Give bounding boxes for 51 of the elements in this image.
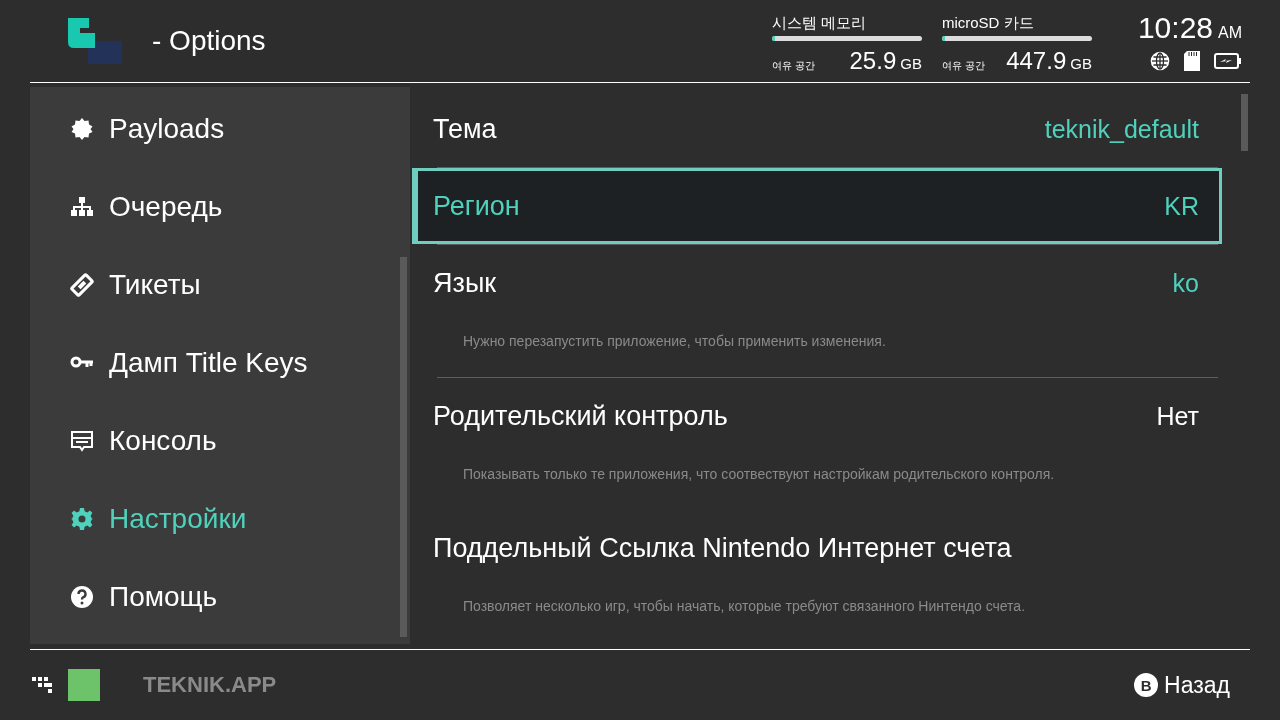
setting-label: Тема xyxy=(433,113,497,145)
sidebar-item[interactable]: Дамп Title Keys xyxy=(30,324,410,402)
storage-label: microSD 카드 xyxy=(941,13,1035,32)
setting-label: Регион xyxy=(433,190,520,222)
sidebar-item[interactable]: Консоль xyxy=(30,402,410,480)
sidebar-item[interactable]: Помощь xyxy=(30,558,410,636)
settings-row[interactable]: Язык ko xyxy=(412,245,1222,321)
help-icon xyxy=(70,585,94,609)
sidebar-item[interactable]: Тикеты xyxy=(30,246,410,324)
setting-value: Нет xyxy=(1156,401,1199,431)
setting-description: Нужно перезапустить приложение, чтобы применить изменения. xyxy=(463,333,886,349)
globe-icon xyxy=(1150,51,1170,71)
badge-icon xyxy=(70,117,94,141)
settings-row[interactable]: Регион KR xyxy=(412,168,1222,244)
free-space-value: 447.9 xyxy=(1006,46,1067,75)
setting-label: Поддельный Ссылка Nintendo Интернет счета xyxy=(433,532,1012,564)
back-button[interactable]: B Назад xyxy=(1134,671,1230,699)
free-space-unit: GB xyxy=(900,54,922,72)
clock-ampm: AM xyxy=(1218,24,1242,42)
free-space-unit: GB xyxy=(1070,54,1092,72)
sd-card-icon xyxy=(1184,51,1200,71)
setting-value: KR xyxy=(1164,191,1199,221)
setting-description: Позволяет несколько игр, чтобы начать, которые требуют связанного Нинтендо счета. xyxy=(463,598,1026,614)
avatar-placeholder xyxy=(68,669,100,701)
setting-label: Язык xyxy=(433,267,497,299)
app-logo xyxy=(68,18,122,64)
app-name: TEKNIK.APP xyxy=(143,672,278,698)
settings-icon xyxy=(70,507,94,531)
free-space-label: 여유 공간 xyxy=(941,58,985,73)
sidebar-item[interactable]: Очередь xyxy=(30,168,410,246)
grid-dots-icon xyxy=(32,677,52,693)
setting-label: Родительский контроль xyxy=(433,400,728,432)
scrollbar xyxy=(1241,94,1248,151)
battery-charging-icon xyxy=(1214,53,1242,69)
setting-description: Показывать только те приложения, что соотвествуют настройкам родительского контроля. xyxy=(463,466,1055,482)
sidebar-item[interactable]: Payloads xyxy=(30,90,410,168)
message-box-icon xyxy=(70,429,94,453)
free-space-value: 25.9 xyxy=(849,46,897,75)
clock-time: 10:28 xyxy=(1137,11,1213,45)
hierarchy-icon xyxy=(70,195,94,219)
setting-value: ko xyxy=(1172,268,1199,298)
setting-value: teknik_default xyxy=(1044,114,1199,144)
settings-row[interactable]: Поддельный Ссылка Nintendo Интернет счета xyxy=(412,510,1222,586)
free-space-label: 여유 공간 xyxy=(771,58,815,73)
page-title: - Options xyxy=(152,25,267,57)
settings-row[interactable]: Родительский контроль Нет xyxy=(412,378,1222,454)
settings-row[interactable]: Тема teknik_default xyxy=(412,91,1222,167)
ticket-icon xyxy=(70,273,94,297)
sidebar-item[interactable]: Настройки xyxy=(30,480,410,558)
b-key-icon: B xyxy=(1134,673,1159,697)
storage-label: 시스템 메모리 xyxy=(771,13,868,32)
